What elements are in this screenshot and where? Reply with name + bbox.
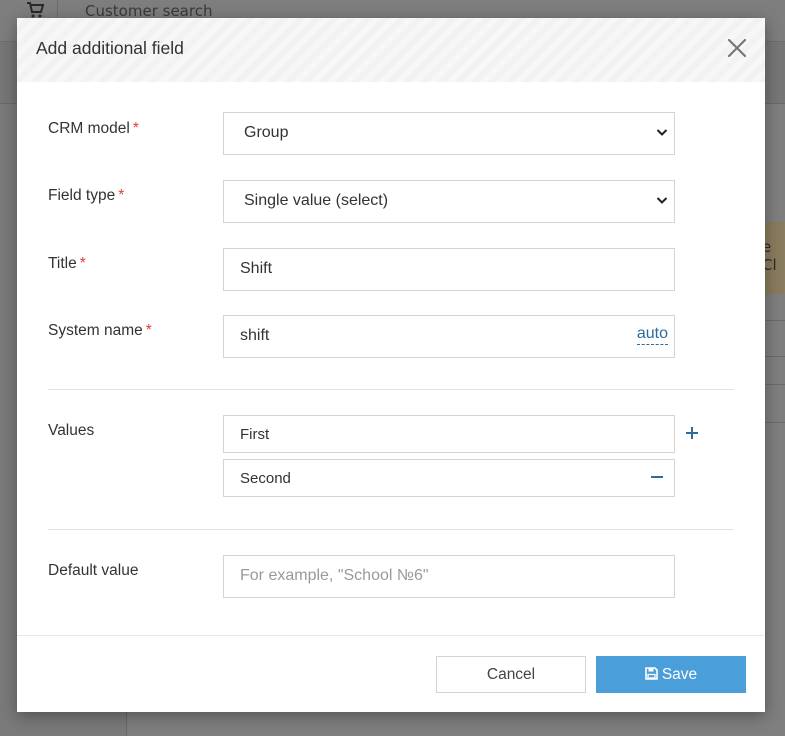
system-name-value: shift bbox=[240, 327, 270, 344]
cancel-button[interactable]: Cancel bbox=[436, 656, 586, 693]
add-field-modal: Add additional field CRM model * Group Fi… bbox=[17, 18, 765, 712]
system-name-input[interactable]: shift auto bbox=[223, 315, 675, 358]
modal-footer: Cancel Save bbox=[17, 635, 765, 712]
chevron-down-icon bbox=[656, 197, 668, 204]
background-row-divider bbox=[765, 320, 785, 321]
modal-header: Add additional field bbox=[17, 18, 765, 82]
minus-icon[interactable] bbox=[650, 470, 664, 484]
plus-icon[interactable] bbox=[684, 425, 700, 441]
system-name-label-text: System name bbox=[48, 322, 143, 339]
cart-icon bbox=[27, 2, 44, 18]
chevron-down-icon bbox=[656, 129, 668, 136]
value-text: Second bbox=[240, 470, 291, 487]
field-type-label: Field type * bbox=[48, 187, 124, 205]
section-divider bbox=[48, 529, 734, 530]
required-marker: * bbox=[145, 322, 152, 339]
value-input[interactable]: First bbox=[223, 415, 675, 453]
title-label: Title * bbox=[48, 255, 86, 273]
close-icon[interactable] bbox=[726, 37, 748, 59]
required-marker: * bbox=[118, 187, 125, 204]
crm-model-select[interactable]: Group bbox=[223, 112, 675, 155]
default-value-label: Default value bbox=[48, 562, 139, 579]
values-label: Values bbox=[48, 422, 95, 439]
default-value-input[interactable]: For example, "School №6" bbox=[223, 555, 675, 598]
modal-title: Add additional field bbox=[36, 38, 184, 58]
field-type-label-text: Field type bbox=[48, 187, 116, 204]
title-value: Shift bbox=[240, 260, 273, 277]
value-text: First bbox=[240, 426, 270, 443]
value-input[interactable]: Second bbox=[223, 459, 675, 497]
crm-model-value: Group bbox=[244, 124, 289, 141]
field-type-value: Single value (select) bbox=[244, 192, 389, 209]
field-type-select[interactable]: Single value (select) bbox=[223, 180, 675, 223]
background-row-divider bbox=[765, 384, 785, 385]
floppy-disk-icon bbox=[645, 667, 658, 680]
title-input[interactable]: Shift bbox=[223, 248, 675, 291]
section-divider bbox=[48, 389, 734, 390]
required-marker: * bbox=[132, 120, 139, 137]
background-row-divider bbox=[765, 356, 785, 357]
background-warning-text: e Cl bbox=[762, 238, 777, 274]
auto-link[interactable]: auto bbox=[636, 325, 668, 345]
crm-model-label: CRM model * bbox=[48, 120, 139, 138]
required-marker: * bbox=[79, 255, 86, 272]
save-button[interactable]: Save bbox=[596, 656, 746, 693]
default-value-placeholder: For example, "School №6" bbox=[240, 567, 429, 584]
system-name-label: System name * bbox=[48, 322, 152, 340]
crm-model-label-text: CRM model bbox=[48, 120, 130, 137]
background-row-divider bbox=[765, 422, 785, 423]
title-label-text: Title bbox=[48, 255, 77, 272]
save-button-label: Save bbox=[661, 666, 698, 683]
